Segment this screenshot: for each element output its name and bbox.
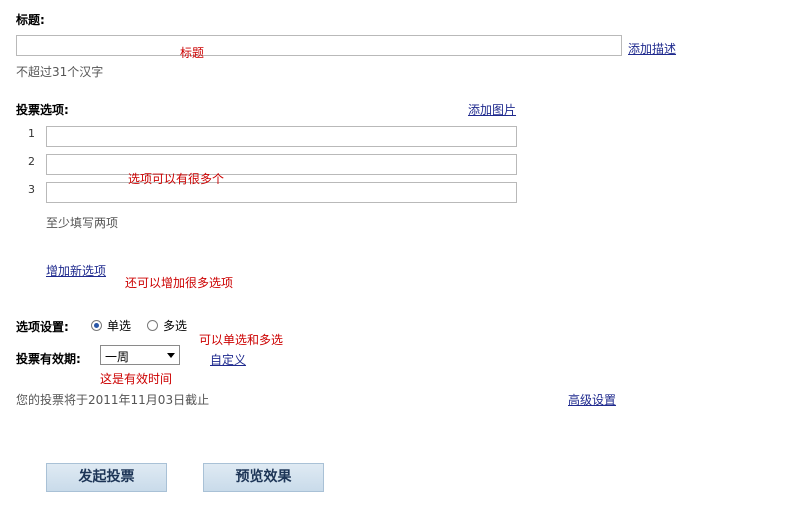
settings-annotation: 可以单选和多选 xyxy=(199,333,284,347)
option-input-1[interactable] xyxy=(46,126,517,147)
title-hint: 不超过31个汉字 xyxy=(16,65,104,79)
options-label: 投票选项: xyxy=(16,103,69,117)
option-settings-label: 选项设置: xyxy=(16,320,69,334)
add-description-link[interactable]: 添加描述 xyxy=(628,40,676,57)
custom-validity-link[interactable]: 自定义 xyxy=(210,351,246,368)
option-input-2[interactable] xyxy=(46,154,517,175)
validity-label: 投票有效期: xyxy=(16,352,81,366)
option-input-3[interactable] xyxy=(46,182,517,203)
radio-checked-icon[interactable] xyxy=(91,320,102,331)
validity-selected-value: 一周 xyxy=(105,350,130,364)
single-choice-label: 单选 xyxy=(107,319,132,333)
chevron-down-icon xyxy=(167,353,175,358)
radio-unchecked-icon[interactable] xyxy=(147,320,158,331)
multi-choice-radio[interactable]: 多选 xyxy=(147,317,187,334)
single-choice-radio[interactable]: 单选 xyxy=(91,317,131,334)
options-annotation: 选项可以有很多个 xyxy=(128,172,225,186)
option-number: 1 xyxy=(28,127,35,140)
add-option-link[interactable]: 增加新选项 xyxy=(46,262,106,279)
preview-button[interactable]: 预览效果 xyxy=(203,463,324,492)
submit-vote-button[interactable]: 发起投票 xyxy=(46,463,167,492)
option-number: 2 xyxy=(28,155,35,168)
min-options-hint: 至少填写两项 xyxy=(46,216,119,230)
multi-choice-label: 多选 xyxy=(163,319,188,333)
validity-annotation: 这是有效时间 xyxy=(100,372,173,386)
add-image-link[interactable]: 添加图片 xyxy=(468,101,516,118)
title-label: 标题: xyxy=(16,13,45,27)
title-input[interactable] xyxy=(16,35,622,56)
deadline-text: 您的投票将于2011年11月03日截止 xyxy=(16,393,210,407)
title-annotation: 标题 xyxy=(180,46,205,60)
validity-select[interactable]: 一周 xyxy=(100,345,180,365)
option-number: 3 xyxy=(28,183,35,196)
add-option-annotation: 还可以增加很多选项 xyxy=(125,276,234,290)
advanced-settings-link[interactable]: 高级设置 xyxy=(568,391,616,408)
